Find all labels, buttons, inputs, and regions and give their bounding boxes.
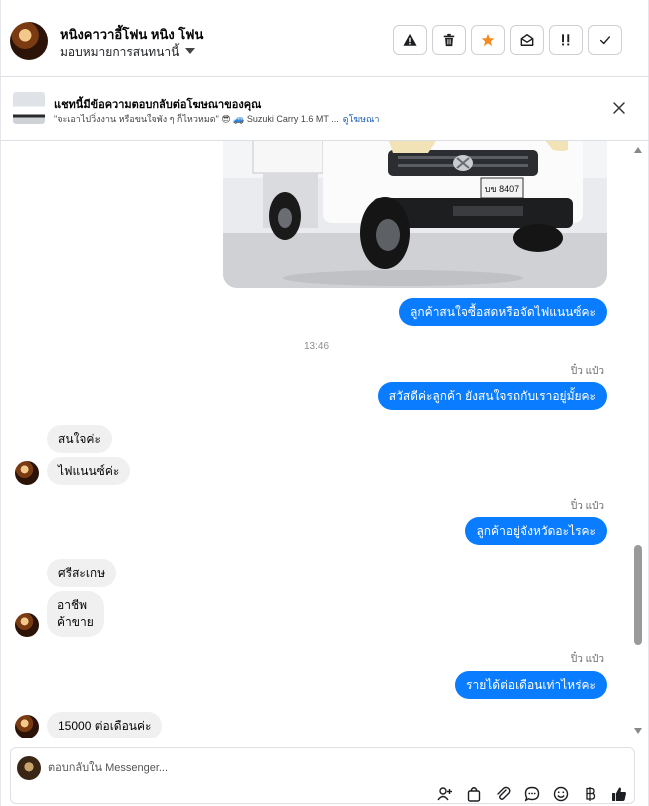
header-actions bbox=[393, 25, 622, 55]
ad-banner-title: แชทนี้มีข้อความตอบกลับต่อโฆษณาของคุณ bbox=[54, 99, 262, 111]
ad-thumbnail[interactable] bbox=[13, 92, 45, 124]
message-timestamp: 13:46 bbox=[303, 341, 330, 352]
thread-header: หนิงคาวาอี้โฟน หนิง โฟน มอบหมายการสนทนาน… bbox=[1, 0, 649, 77]
baht-icon bbox=[586, 787, 596, 801]
message-bubble-outgoing[interactable]: ลูกค้าสนใจซื้อสดหรือจัดไฟแนนซ์คะ bbox=[399, 298, 607, 326]
message-bubble-incoming[interactable]: อาชีพ ค้าขาย bbox=[47, 591, 104, 637]
contact-avatar-small[interactable] bbox=[15, 613, 39, 637]
close-icon[interactable] bbox=[612, 101, 626, 115]
scrollbar-thumb[interactable] bbox=[634, 545, 642, 645]
delete-button[interactable] bbox=[432, 25, 466, 55]
add-person-button[interactable] bbox=[436, 785, 454, 803]
messenger-inbox-thread: หนิงคาวาอี้โฟน หนิง โฟน มอบหมายการสนทนาน… bbox=[0, 0, 649, 806]
message-bubble-incoming[interactable]: สนใจค่ะ bbox=[47, 425, 112, 453]
sender-name: ปิ๋ว แป๋ว bbox=[570, 366, 604, 377]
shopping-bag-button[interactable] bbox=[465, 785, 483, 803]
emoji-icon bbox=[553, 786, 569, 802]
emoji-button[interactable] bbox=[552, 785, 570, 803]
ad-banner-subtitle: "จะเอาไปวิ่งงาน หรือขนใจพัง ๆ ก็ไหวหมด" … bbox=[54, 112, 379, 126]
message-bubble-outgoing[interactable]: ลูกค้าอยู่จังหวัดอะไรคะ bbox=[465, 517, 607, 545]
thumbs-up-icon bbox=[612, 787, 626, 801]
contact-avatar-small[interactable] bbox=[15, 715, 39, 738]
paperclip-icon bbox=[497, 786, 511, 800]
license-plate: บข 8407 bbox=[485, 184, 519, 194]
message-list[interactable]: บข 8407 ลูกค้าสนใจซื้อสดหรือจัดไฟแนนซ์คะ… bbox=[1, 141, 632, 738]
bag-icon bbox=[467, 787, 481, 802]
view-ad-link[interactable]: ดูโฆษณา bbox=[343, 114, 380, 124]
scroll-up-arrow-icon[interactable] bbox=[634, 147, 642, 153]
star-button[interactable] bbox=[471, 25, 505, 55]
like-button[interactable] bbox=[610, 785, 628, 803]
contact-name[interactable]: หนิงคาวาอี้โฟน หนิง โฟน bbox=[60, 24, 203, 45]
trash-icon bbox=[443, 33, 455, 47]
envelope-open-icon bbox=[520, 34, 534, 46]
report-button[interactable] bbox=[393, 25, 427, 55]
message-composer bbox=[10, 747, 635, 804]
mark-unread-button[interactable] bbox=[510, 25, 544, 55]
warning-icon bbox=[403, 33, 417, 46]
assign-label: มอบหมายการสนทนานี้ bbox=[60, 45, 180, 59]
composer-tools bbox=[436, 785, 628, 803]
message-bubble-outgoing[interactable]: รายได้ต่อเดือนเท่าไหร่คะ bbox=[455, 671, 607, 699]
ad-reply-banner: แชทนี้มีข้อความตอบกลับต่อโฆษณาของคุณ "จะ… bbox=[1, 77, 649, 141]
scroll-down-arrow-icon[interactable] bbox=[634, 728, 642, 734]
page-avatar bbox=[17, 756, 41, 780]
payment-button[interactable] bbox=[581, 785, 599, 803]
saved-replies-button[interactable] bbox=[523, 785, 541, 803]
check-icon bbox=[599, 36, 611, 45]
message-bubble-incoming[interactable]: ศรีสะเกษ bbox=[47, 559, 117, 587]
exclamation-icon bbox=[562, 34, 570, 46]
truck-image: บข 8407 bbox=[223, 141, 607, 288]
contact-avatar[interactable] bbox=[10, 22, 48, 60]
attach-file-button[interactable] bbox=[494, 785, 512, 803]
message-bubble-incoming[interactable]: 15000 ต่อเดือนค่ะ bbox=[47, 712, 163, 738]
sender-name: ปิ๋ว แป๋ว bbox=[570, 501, 604, 512]
chat-scrollbar[interactable] bbox=[632, 141, 645, 738]
caret-down-icon bbox=[185, 48, 196, 54]
contact-avatar-small[interactable] bbox=[15, 461, 39, 485]
sender-name: ปิ๋ว แป๋ว bbox=[570, 654, 604, 665]
vehicle-photo[interactable]: บข 8407 bbox=[223, 141, 607, 288]
reply-input[interactable] bbox=[48, 758, 608, 778]
ad-caption: "จะเอาไปวิ่งงาน หรือขนใจพัง ๆ ก็ไหวหมด" … bbox=[54, 114, 339, 124]
follow-up-button[interactable] bbox=[549, 25, 583, 55]
message-bubble-outgoing[interactable]: สวัสดีค่ะลูกค้า ยังสนใจรถกับเราอยู่มั้ยค… bbox=[377, 382, 607, 410]
message-bubble-incoming[interactable]: ไฟแนนซ์ค่ะ bbox=[47, 457, 131, 485]
assign-conversation-dropdown[interactable]: มอบหมายการสนทนานี้ bbox=[60, 43, 196, 62]
done-button[interactable] bbox=[588, 25, 622, 55]
chat-bubble-icon bbox=[524, 786, 540, 802]
star-icon bbox=[481, 33, 495, 46]
add-person-icon bbox=[437, 787, 452, 801]
